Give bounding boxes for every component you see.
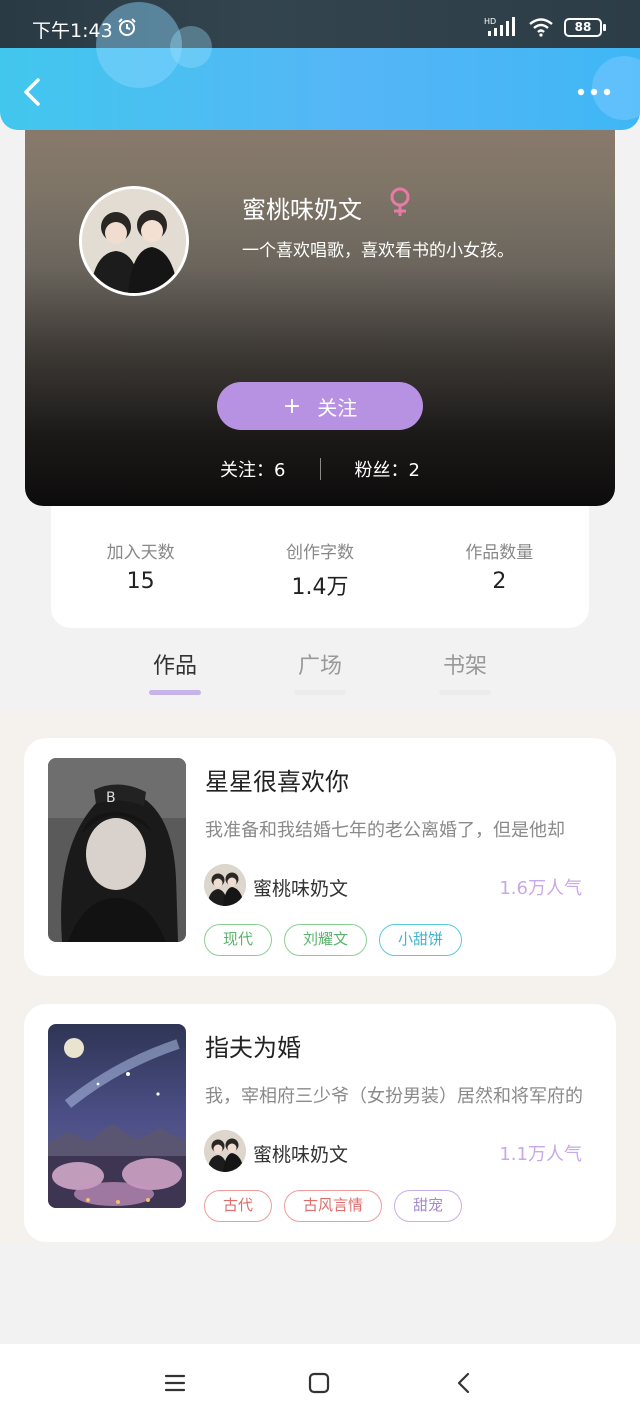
stat-value: 15 <box>126 569 155 594</box>
book-description: 我，宰相府三少爷（女扮男装）居然和将军府的 <box>205 1086 583 1107</box>
tab-indicator <box>439 690 491 695</box>
popularity-count: 1.6万人气 <box>499 878 582 899</box>
female-icon <box>390 187 410 216</box>
plus-icon: + <box>282 393 302 419</box>
tab-indicator <box>294 690 346 695</box>
book-title[interactable]: 指夫为婚 <box>205 1028 301 1063</box>
status-bar: 下午1:43 HD 88 <box>0 0 640 88</box>
book-cover[interactable]: B <box>48 758 186 942</box>
chevron-left-icon[interactable] <box>18 74 50 110</box>
profile-header-card: 蜜桃味奶文 一个喜欢唱歌，喜欢看书的小女孩。 + 关注 关注：6 粉丝：2 <box>25 120 615 506</box>
profile-bio: 一个喜欢唱歌，喜欢看书的小女孩。 <box>242 241 514 261</box>
follow-label: 关注 <box>317 395 358 420</box>
svg-text:B: B <box>106 790 116 806</box>
content-tabs: 作品 广场 书架 <box>0 628 640 712</box>
followers-count[interactable]: 粉丝：2 <box>355 456 420 482</box>
menu-icon[interactable] <box>160 1368 190 1398</box>
system-navigation-bar <box>0 1344 640 1422</box>
tab-label: 书架 <box>442 654 487 679</box>
author-avatar-photo <box>204 864 246 906</box>
author-avatar-photo <box>204 1130 246 1172</box>
avatar-photo <box>82 189 186 293</box>
works-list: B 星星很喜欢你 我准备和我结婚七年的老公离婚了，但是他却 蜜桃味奶文 1.6万… <box>0 712 640 1244</box>
status-time: 下午1:43 <box>32 20 113 42</box>
author-avatar[interactable] <box>204 1130 246 1172</box>
tag[interactable]: 小甜饼 <box>379 924 463 956</box>
tag[interactable]: 现代 <box>204 924 273 956</box>
signal-icon: HD <box>484 17 515 36</box>
author-avatar[interactable] <box>204 864 246 906</box>
book-cover-image: B <box>48 758 186 942</box>
stats-card: 加入天数 15 创作字数 1.4万 作品数量 2 <box>51 506 589 628</box>
follow-stats: 关注：6 粉丝：2 <box>25 454 615 484</box>
tag[interactable]: 古风言情 <box>284 1190 383 1222</box>
stat-value: 1.4万 <box>291 575 349 600</box>
book-cover[interactable] <box>48 1024 186 1208</box>
more-dots-icon[interactable] <box>576 84 612 100</box>
tag-list: 现代 刘耀文 小甜饼 <box>204 924 463 956</box>
book-description: 我准备和我结婚七年的老公离婚了，但是他却 <box>205 820 565 841</box>
book-card[interactable]: 指夫为婚 我，宰相府三少爷（女扮男装）居然和将军府的 蜜桃味奶文 1.1万人气 … <box>24 1004 616 1242</box>
decorative-bubble <box>170 26 212 68</box>
follow-button[interactable]: + 关注 <box>217 382 423 430</box>
divider <box>319 458 321 480</box>
back-icon[interactable] <box>450 1368 480 1398</box>
stat-value: 2 <box>492 569 507 594</box>
tag[interactable]: 刘耀文 <box>284 924 368 956</box>
avatar[interactable] <box>79 186 189 296</box>
svg-text:HD: HD <box>484 17 496 26</box>
book-title[interactable]: 星星很喜欢你 <box>205 762 349 797</box>
stat-word-count: 创作字数 1.4万 <box>250 538 390 628</box>
status-icons: HD 88 <box>484 16 606 38</box>
stat-label: 加入天数 <box>106 543 175 563</box>
tab-bookshelf[interactable]: 书架 <box>425 648 505 695</box>
following-count[interactable]: 关注：6 <box>220 456 285 482</box>
tab-square[interactable]: 广场 <box>280 648 360 695</box>
stat-label: 作品数量 <box>465 543 534 563</box>
stat-join-days: 加入天数 15 <box>71 538 211 628</box>
stat-label: 创作字数 <box>285 543 354 563</box>
tag[interactable]: 古代 <box>204 1190 273 1222</box>
tag[interactable]: 甜宠 <box>394 1190 463 1222</box>
alarm-clock-icon <box>118 18 136 36</box>
book-cover-image <box>48 1024 186 1208</box>
tag-list: 古代 古风言情 甜宠 <box>204 1190 463 1222</box>
book-card[interactable]: B 星星很喜欢你 我准备和我结婚七年的老公离婚了，但是他却 蜜桃味奶文 1.6万… <box>24 738 616 976</box>
tab-active-indicator <box>149 690 201 695</box>
wifi-icon <box>529 18 553 37</box>
profile-name: 蜜桃味奶文 <box>242 196 362 224</box>
home-icon[interactable] <box>304 1368 334 1398</box>
tab-label: 广场 <box>297 654 342 679</box>
tab-works[interactable]: 作品 <box>135 648 215 695</box>
popularity-count: 1.1万人气 <box>499 1144 582 1165</box>
author-name: 蜜桃味奶文 <box>253 878 349 900</box>
battery-indicator: 88 <box>564 17 606 37</box>
author-name: 蜜桃味奶文 <box>253 1144 349 1166</box>
tab-label: 作品 <box>152 654 197 679</box>
top-navigation-bar <box>0 48 640 130</box>
stat-works-count: 作品数量 2 <box>429 538 569 628</box>
